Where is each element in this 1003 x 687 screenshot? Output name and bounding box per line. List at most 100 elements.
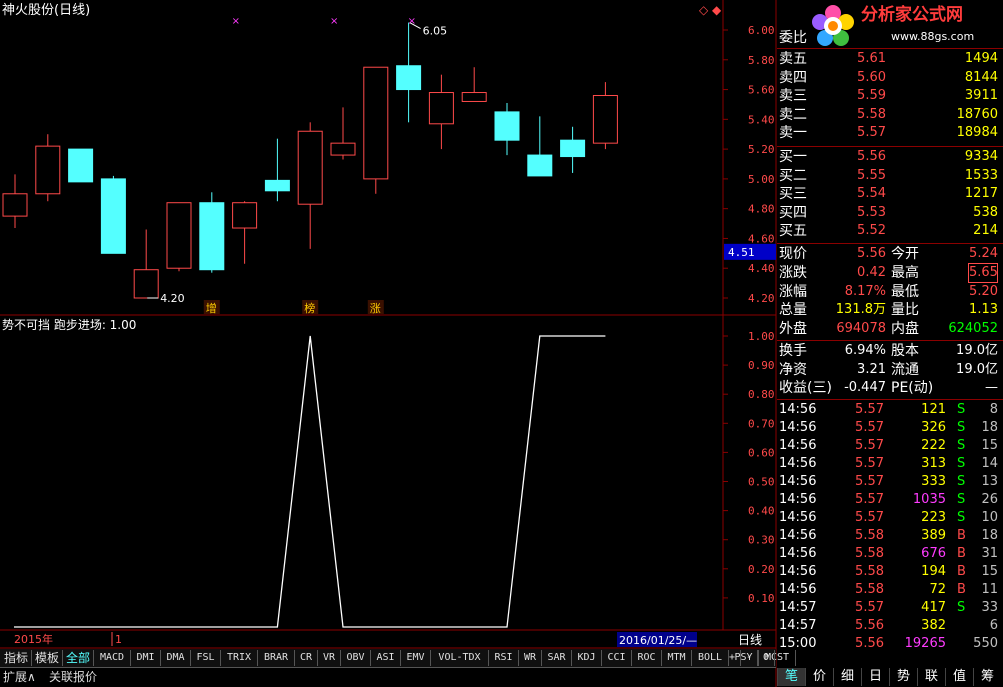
stat-value: 8.17% — [844, 283, 886, 299]
side-tab-2[interactable]: 细 — [833, 668, 861, 686]
tab-dma[interactable]: DMA — [161, 650, 191, 666]
tab-emv[interactable]: EMV — [401, 650, 431, 666]
tab-brar[interactable]: BRAR — [258, 650, 295, 666]
tab-asi[interactable]: ASI — [371, 650, 401, 666]
flower-logo-icon — [811, 4, 855, 48]
tick-price: 5.57 — [855, 492, 884, 507]
ask-label: 卖三 — [779, 88, 807, 105]
current-price-label: 4.51 — [728, 246, 755, 259]
tab-sar[interactable]: SAR — [542, 650, 572, 666]
tick-time: 14:56 — [779, 438, 817, 453]
tab-模板[interactable]: 模板 — [32, 650, 63, 666]
side-tab-6[interactable]: 值 — [945, 668, 973, 686]
purple-marker-icon: × — [232, 16, 240, 27]
price-tick-label: 6.00 — [748, 24, 775, 37]
tick-time: 14:56 — [779, 528, 817, 543]
candle-body — [232, 202, 258, 229]
tick-count: 11 — [981, 582, 998, 597]
tick-direction: B — [957, 528, 966, 543]
tick-time: 14:56 — [779, 420, 817, 435]
ask-volume: 8144 — [964, 69, 998, 85]
indicator-line — [14, 335, 606, 628]
tab-全部[interactable]: 全部 — [63, 650, 94, 666]
stat-label: 内盘 — [891, 321, 919, 338]
tick-price: 5.57 — [855, 438, 884, 453]
bid-volume: 214 — [973, 223, 998, 239]
candle-body — [68, 148, 94, 183]
related-quotes-button[interactable]: 关联报价 — [49, 669, 97, 685]
box-icon[interactable]: ◆ — [712, 1, 721, 19]
tab-roc[interactable]: ROC — [632, 650, 662, 666]
tab-wr[interactable]: WR — [519, 650, 542, 666]
tick-price: 5.58 — [855, 546, 884, 561]
tab-kdj[interactable]: KDJ — [572, 650, 602, 666]
indicator-tick-label: 0.30 — [748, 534, 775, 547]
tick-time: 14:57 — [779, 600, 817, 615]
divider — [0, 667, 776, 668]
expand-button[interactable]: 扩展∧ — [3, 669, 36, 685]
tab-cr[interactable]: CR — [295, 650, 318, 666]
tab-fsl[interactable]: FSL — [191, 650, 221, 666]
candle-body — [297, 130, 323, 205]
tick-price: 5.56 — [855, 636, 884, 651]
indicator-tick-label: 0.90 — [748, 359, 775, 372]
side-tab-5[interactable]: 联 — [917, 668, 945, 686]
side-tab-0[interactable]: 笔 — [777, 668, 805, 686]
ask-price: 5.59 — [857, 88, 886, 104]
tab-macd[interactable]: MACD — [94, 650, 131, 666]
diamond-icon[interactable]: ◇ — [699, 1, 708, 19]
ask-price: 5.58 — [857, 106, 886, 122]
candle-body — [100, 178, 126, 254]
price-tick-label: 5.00 — [748, 173, 775, 186]
tab-vol-tdx[interactable]: VOL-TDX — [431, 650, 489, 666]
stat-value: 5.24 — [969, 246, 998, 261]
indicator-tick-label: 0.20 — [748, 563, 775, 576]
tab-trix[interactable]: TRIX — [221, 650, 258, 666]
weibi-label: 委比 — [779, 30, 807, 46]
ask-label: 卖一 — [779, 125, 807, 142]
side-tab-3[interactable]: 日 — [861, 668, 889, 686]
side-tab-7[interactable]: 筹 — [973, 668, 1001, 686]
tab-cci[interactable]: CCI — [602, 650, 632, 666]
tab-rsi[interactable]: RSI — [489, 650, 519, 666]
bid-volume: 1533 — [964, 167, 998, 183]
bid-label: 买三 — [779, 186, 807, 203]
stat-value: 5.65 — [968, 262, 998, 283]
tick-volume: 382 — [921, 618, 946, 633]
candle-body — [396, 65, 422, 91]
bid-price: 5.54 — [857, 186, 886, 202]
fundamental-label: 净资 — [779, 361, 807, 378]
tick-volume: 326 — [921, 420, 946, 435]
bid-label: 买四 — [779, 204, 807, 221]
tab-指标[interactable]: 指标 — [1, 650, 32, 666]
candle-body — [199, 202, 225, 271]
tick-price: 5.58 — [855, 564, 884, 579]
fundamental-label: 换手 — [779, 343, 807, 359]
tick-direction: S — [957, 456, 966, 471]
tick-time: 14:56 — [779, 546, 817, 561]
indicator-tab-bar: 指标 模板 全部 MACD DMI DMA FSL TRIX BRAR CR VR OBV ASI EMV… — [0, 649, 796, 667]
tab-obv[interactable]: OBV — [341, 650, 371, 666]
stat-value: 1.13 — [969, 302, 998, 318]
tab-mtm[interactable]: MTM — [662, 650, 692, 666]
zoom-out-button[interactable]: - — [741, 650, 758, 666]
tick-time: 14:56 — [779, 474, 817, 489]
tick-price: 5.57 — [855, 600, 884, 615]
tab-vr[interactable]: VR — [318, 650, 341, 666]
stat-label: 外盘 — [779, 321, 807, 338]
panel-divider — [777, 48, 1003, 49]
bid-volume: 1217 — [964, 186, 998, 202]
tick-volume: 389 — [921, 528, 946, 543]
reset-button[interactable]: 0 — [758, 650, 775, 666]
side-tab-4[interactable]: 势 — [889, 668, 917, 686]
candle-body — [527, 154, 553, 177]
indicator-tick-label: 0.80 — [748, 388, 775, 401]
indicator-tick-label: 0.40 — [748, 505, 775, 518]
side-tab-1[interactable]: 价 — [805, 668, 833, 686]
candle-body — [35, 145, 61, 195]
tab-dmi[interactable]: DMI — [131, 650, 161, 666]
zoom-in-button[interactable]: + — [724, 650, 741, 666]
candle-body — [560, 139, 586, 158]
logo: 分析家公式网 www.88gs.com — [779, 4, 999, 48]
tick-price: 5.58 — [855, 582, 884, 597]
